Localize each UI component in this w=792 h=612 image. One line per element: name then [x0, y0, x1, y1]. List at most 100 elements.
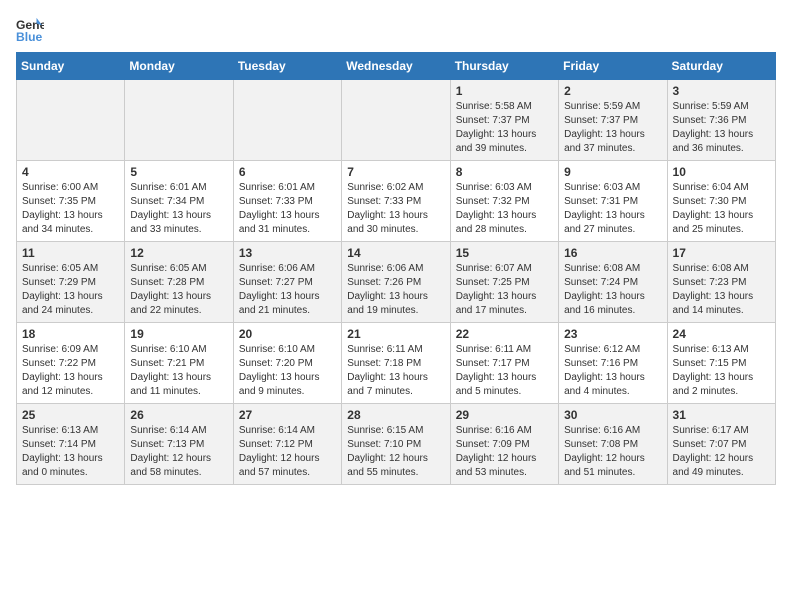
day-number: 13 [239, 246, 336, 260]
calendar-cell: 19 Sunrise: 6:10 AM Sunset: 7:21 PM Dayli… [125, 323, 233, 404]
day-number: 24 [673, 327, 770, 341]
day-info: Sunrise: 6:07 AM Sunset: 7:25 PM Dayligh… [456, 262, 553, 318]
day-number: 18 [22, 327, 119, 341]
day-number: 19 [130, 327, 227, 341]
calendar-cell: 11 Sunrise: 6:05 AM Sunset: 7:29 PM Dayli… [17, 242, 125, 323]
day-number: 22 [456, 327, 553, 341]
calendar-cell: 13 Sunrise: 6:06 AM Sunset: 7:27 PM Dayli… [233, 242, 341, 323]
day-number: 23 [564, 327, 661, 341]
day-number: 1 [456, 84, 553, 98]
day-info: Sunrise: 6:13 AM Sunset: 7:15 PM Dayligh… [673, 343, 770, 399]
calendar-cell: 7 Sunrise: 6:02 AM Sunset: 7:33 PM Daylig… [342, 161, 450, 242]
day-info: Sunrise: 6:05 AM Sunset: 7:29 PM Dayligh… [22, 262, 119, 318]
calendar-cell: 5 Sunrise: 6:01 AM Sunset: 7:34 PM Daylig… [125, 161, 233, 242]
day-number: 11 [22, 246, 119, 260]
day-info: Sunrise: 6:01 AM Sunset: 7:33 PM Dayligh… [239, 181, 336, 237]
logo-icon: General Blue [16, 16, 44, 44]
calendar-cell: 30Sunrise: 6:16 AM Sunset: 7:08 PM Dayli… [559, 404, 667, 485]
day-number: 29 [456, 408, 553, 422]
calendar-week-3: 11 Sunrise: 6:05 AM Sunset: 7:29 PM Dayli… [17, 242, 776, 323]
calendar-cell [342, 80, 450, 161]
day-number: 12 [130, 246, 227, 260]
calendar-cell: 27 Sunrise: 6:14 AM Sunset: 7:12 PM Dayli… [233, 404, 341, 485]
day-info: Sunrise: 6:12 AM Sunset: 7:16 PM Dayligh… [564, 343, 661, 399]
weekday-header-wednesday: Wednesday [342, 53, 450, 80]
calendar-cell [125, 80, 233, 161]
calendar-cell: 28 Sunrise: 6:15 AM Sunset: 7:10 PM Dayli… [342, 404, 450, 485]
day-info: Sunrise: 6:08 AM Sunset: 7:23 PM Dayligh… [673, 262, 770, 318]
calendar-cell: 24 Sunrise: 6:13 AM Sunset: 7:15 PM Dayli… [667, 323, 775, 404]
day-info: Sunrise: 6:06 AM Sunset: 7:27 PM Dayligh… [239, 262, 336, 318]
day-info: Sunrise: 6:14 AM Sunset: 7:13 PM Dayligh… [130, 424, 227, 480]
day-info: Sunrise: 5:59 AM Sunset: 7:37 PM Dayligh… [564, 100, 661, 156]
calendar-cell: 8 Sunrise: 6:03 AM Sunset: 7:32 PM Daylig… [450, 161, 558, 242]
day-info: Sunrise: 6:09 AM Sunset: 7:22 PM Dayligh… [22, 343, 119, 399]
calendar-cell: 14Sunrise: 6:06 AM Sunset: 7:26 PM Dayli… [342, 242, 450, 323]
calendar-week-1: 1 Sunrise: 5:58 AM Sunset: 7:37 PM Daylig… [17, 80, 776, 161]
weekday-header-saturday: Saturday [667, 53, 775, 80]
day-number: 8 [456, 165, 553, 179]
calendar-cell: 17 Sunrise: 6:08 AM Sunset: 7:23 PM Dayli… [667, 242, 775, 323]
day-info: Sunrise: 6:16 AM Sunset: 7:09 PM Dayligh… [456, 424, 553, 480]
day-info: Sunrise: 6:05 AM Sunset: 7:28 PM Dayligh… [130, 262, 227, 318]
day-number: 16 [564, 246, 661, 260]
calendar-week-4: 18 Sunrise: 6:09 AM Sunset: 7:22 PM Dayli… [17, 323, 776, 404]
page-header: General Blue [16, 16, 776, 44]
weekday-header-sunday: Sunday [17, 53, 125, 80]
calendar-cell: 18 Sunrise: 6:09 AM Sunset: 7:22 PM Dayli… [17, 323, 125, 404]
weekday-header-tuesday: Tuesday [233, 53, 341, 80]
calendar-cell: 26 Sunrise: 6:14 AM Sunset: 7:13 PM Dayli… [125, 404, 233, 485]
day-info: Sunrise: 6:01 AM Sunset: 7:34 PM Dayligh… [130, 181, 227, 237]
day-number: 3 [673, 84, 770, 98]
day-info: Sunrise: 6:10 AM Sunset: 7:20 PM Dayligh… [239, 343, 336, 399]
calendar-cell: 4Sunrise: 6:00 AM Sunset: 7:35 PM Daylig… [17, 161, 125, 242]
calendar-cell: 1 Sunrise: 5:58 AM Sunset: 7:37 PM Daylig… [450, 80, 558, 161]
weekday-header-friday: Friday [559, 53, 667, 80]
day-info: Sunrise: 6:03 AM Sunset: 7:32 PM Dayligh… [456, 181, 553, 237]
day-number: 26 [130, 408, 227, 422]
day-info: Sunrise: 6:03 AM Sunset: 7:31 PM Dayligh… [564, 181, 661, 237]
day-info: Sunrise: 6:11 AM Sunset: 7:17 PM Dayligh… [456, 343, 553, 399]
day-number: 25 [22, 408, 119, 422]
day-number: 21 [347, 327, 444, 341]
day-info: Sunrise: 6:08 AM Sunset: 7:24 PM Dayligh… [564, 262, 661, 318]
day-number: 27 [239, 408, 336, 422]
calendar-cell: 12 Sunrise: 6:05 AM Sunset: 7:28 PM Dayli… [125, 242, 233, 323]
day-number: 2 [564, 84, 661, 98]
day-info: Sunrise: 6:15 AM Sunset: 7:10 PM Dayligh… [347, 424, 444, 480]
calendar-cell: 15Sunrise: 6:07 AM Sunset: 7:25 PM Dayli… [450, 242, 558, 323]
day-info: Sunrise: 6:11 AM Sunset: 7:18 PM Dayligh… [347, 343, 444, 399]
day-number: 10 [673, 165, 770, 179]
day-info: Sunrise: 6:13 AM Sunset: 7:14 PM Dayligh… [22, 424, 119, 480]
calendar-cell: 31Sunrise: 6:17 AM Sunset: 7:07 PM Dayli… [667, 404, 775, 485]
day-number: 20 [239, 327, 336, 341]
day-number: 17 [673, 246, 770, 260]
calendar-cell: 25 Sunrise: 6:13 AM Sunset: 7:14 PM Dayli… [17, 404, 125, 485]
day-info: Sunrise: 6:17 AM Sunset: 7:07 PM Dayligh… [673, 424, 770, 480]
day-number: 5 [130, 165, 227, 179]
day-info: Sunrise: 6:14 AM Sunset: 7:12 PM Dayligh… [239, 424, 336, 480]
calendar-cell: 9 Sunrise: 6:03 AM Sunset: 7:31 PM Daylig… [559, 161, 667, 242]
calendar-header-row: SundayMondayTuesdayWednesdayThursdayFrid… [17, 53, 776, 80]
day-info: Sunrise: 5:59 AM Sunset: 7:36 PM Dayligh… [673, 100, 770, 156]
calendar-cell: 23 Sunrise: 6:12 AM Sunset: 7:16 PM Dayli… [559, 323, 667, 404]
day-number: 9 [564, 165, 661, 179]
calendar-cell [233, 80, 341, 161]
day-info: Sunrise: 6:02 AM Sunset: 7:33 PM Dayligh… [347, 181, 444, 237]
day-number: 28 [347, 408, 444, 422]
calendar-cell: 29 Sunrise: 6:16 AM Sunset: 7:09 PM Dayli… [450, 404, 558, 485]
logo: General Blue [16, 16, 44, 44]
calendar-table: SundayMondayTuesdayWednesdayThursdayFrid… [16, 52, 776, 485]
day-info: Sunrise: 6:10 AM Sunset: 7:21 PM Dayligh… [130, 343, 227, 399]
day-info: Sunrise: 5:58 AM Sunset: 7:37 PM Dayligh… [456, 100, 553, 156]
calendar-cell: 22 Sunrise: 6:11 AM Sunset: 7:17 PM Dayli… [450, 323, 558, 404]
calendar-cell: 21 Sunrise: 6:11 AM Sunset: 7:18 PM Dayli… [342, 323, 450, 404]
day-number: 4 [22, 165, 119, 179]
day-number: 7 [347, 165, 444, 179]
calendar-cell: 20 Sunrise: 6:10 AM Sunset: 7:20 PM Dayli… [233, 323, 341, 404]
day-info: Sunrise: 6:06 AM Sunset: 7:26 PM Dayligh… [347, 262, 444, 318]
calendar-cell: 16 Sunrise: 6:08 AM Sunset: 7:24 PM Dayli… [559, 242, 667, 323]
calendar-cell: 3 Sunrise: 5:59 AM Sunset: 7:36 PM Daylig… [667, 80, 775, 161]
weekday-header-thursday: Thursday [450, 53, 558, 80]
calendar-cell: 6Sunrise: 6:01 AM Sunset: 7:33 PM Daylig… [233, 161, 341, 242]
